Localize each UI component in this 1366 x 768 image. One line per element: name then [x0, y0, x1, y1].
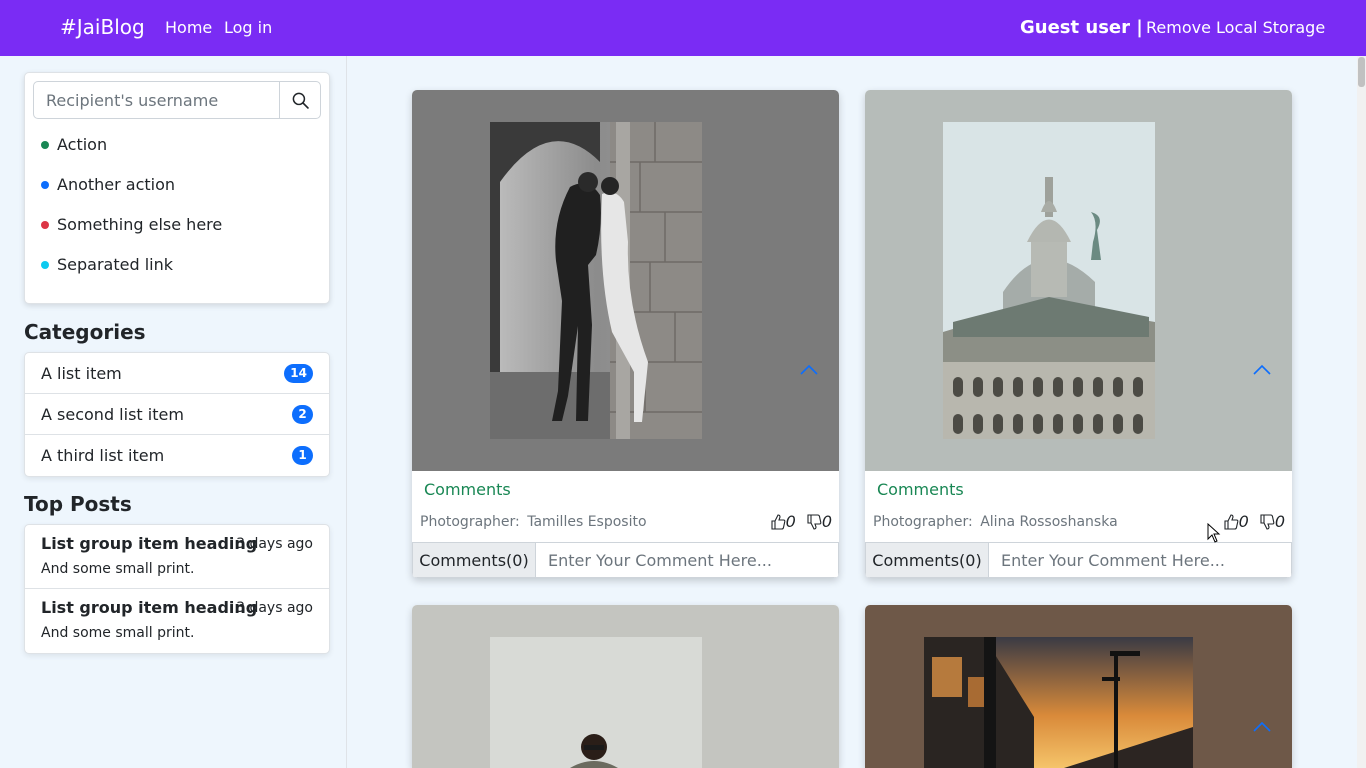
comments-count-button[interactable]: Comments(0) — [413, 543, 536, 577]
photographer-name: Alina Rossoshanska — [980, 514, 1118, 530]
post-image-area — [865, 605, 1292, 768]
thumbs-down-icon[interactable] — [806, 513, 822, 530]
cyan-dot-icon — [41, 260, 49, 269]
something-else-label: Something else here — [57, 215, 223, 234]
comments-link[interactable]: Comments — [424, 480, 511, 499]
top-post-item[interactable]: List group item heading 3 days ago And som… — [25, 525, 329, 589]
category-item[interactable]: A third list item 1 — [25, 435, 329, 476]
green-dot-icon — [41, 140, 49, 149]
action-label: Action — [57, 135, 108, 154]
post-heading: List group item heading — [41, 598, 258, 617]
thumbs-up-icon[interactable] — [770, 513, 786, 530]
category-count-badge: 1 — [292, 446, 313, 465]
sidebar: Action Another action Something else her… — [0, 56, 347, 768]
post-time: 3 days ago — [236, 536, 313, 552]
search-input[interactable] — [33, 81, 280, 119]
comment-bar: Comments(0) — [412, 542, 839, 578]
chevron-up-icon[interactable] — [1253, 721, 1271, 733]
action-item[interactable]: Action — [41, 135, 107, 154]
guest-user-label: Guest user | — [1020, 17, 1143, 38]
photographer-credit: Photographer: Alina Rossoshanska — [873, 514, 1118, 530]
another-action-item[interactable]: Another action — [41, 175, 175, 194]
votes: 0 0 — [1223, 512, 1285, 531]
couple-photo-image — [490, 122, 702, 439]
category-count-badge: 2 — [292, 405, 313, 424]
post-card — [412, 605, 839, 768]
post-photo[interactable] — [490, 637, 702, 768]
something-else-item[interactable]: Something else here — [41, 215, 222, 234]
dislike-count: 0 — [1274, 512, 1285, 531]
top-posts-title: Top Posts — [24, 492, 132, 516]
post-small-print: And some small print. — [41, 625, 195, 641]
scrollbar-thumb[interactable] — [1358, 57, 1365, 87]
post-image-area — [412, 90, 839, 471]
page-scrollbar[interactable] — [1357, 56, 1366, 768]
train-station-photo-image — [924, 637, 1193, 768]
search-card: Action Another action Something else her… — [24, 72, 330, 304]
remove-local-storage-link[interactable]: Remove Local Storage — [1146, 18, 1325, 37]
search-button[interactable] — [279, 81, 321, 119]
category-count-badge: 14 — [284, 364, 313, 383]
post-heading: List group item heading — [41, 534, 258, 553]
categories-title: Categories — [24, 320, 146, 344]
basilica-photo-image — [943, 122, 1155, 439]
post-photo[interactable] — [490, 122, 702, 439]
like-count: 0 — [1238, 512, 1249, 531]
top-post-item[interactable]: List group item heading 3 days ago And som… — [25, 589, 329, 653]
post-time: 3 days ago — [236, 600, 313, 616]
comment-bar: Comments(0) — [865, 542, 1292, 578]
comments-count-button[interactable]: Comments(0) — [866, 543, 989, 577]
post-card: Comments Photographer: Alina Rossoshansk… — [865, 90, 1292, 578]
thumbs-up-icon[interactable] — [1223, 513, 1239, 530]
top-posts-list: List group item heading 3 days ago And som… — [24, 524, 330, 654]
photographer-label: Photographer: — [873, 514, 973, 530]
category-item[interactable]: A list item 14 — [25, 353, 329, 394]
chevron-up-icon[interactable] — [800, 364, 818, 376]
comment-input[interactable] — [536, 543, 838, 577]
photographer-label: Photographer: — [420, 514, 520, 530]
photographer-name: Tamilles Esposito — [527, 514, 647, 530]
thumbs-down-icon[interactable] — [1259, 513, 1275, 530]
post-photo[interactable] — [924, 637, 1193, 768]
comments-link[interactable]: Comments — [877, 480, 964, 499]
post-image-area — [865, 90, 1292, 471]
navbar: #JaiBlog Home Log in Guest user | Remove… — [0, 0, 1366, 56]
search-icon — [292, 92, 309, 109]
separated-link-label: Separated link — [57, 255, 173, 274]
separated-link-item[interactable]: Separated link — [41, 255, 173, 274]
mouse-cursor-icon — [1207, 523, 1221, 543]
chevron-up-icon[interactable] — [1253, 364, 1271, 376]
categories-list: A list item 14 A second list item 2 A thir… — [24, 352, 330, 477]
dislike-count: 0 — [821, 512, 832, 531]
votes: 0 0 — [770, 512, 832, 531]
portrait-photo-image — [490, 637, 702, 768]
search-group — [33, 81, 321, 119]
post-image-area — [412, 605, 839, 768]
nav-login-link[interactable]: Log in — [224, 18, 272, 37]
category-label: A list item — [41, 364, 122, 383]
photographer-credit: Photographer: Tamilles Esposito — [420, 514, 647, 530]
another-action-label: Another action — [57, 175, 176, 194]
category-label: A second list item — [41, 405, 184, 424]
comment-input[interactable] — [989, 543, 1291, 577]
post-card: Comments Photographer: Tamilles Esposito… — [412, 90, 839, 578]
category-item[interactable]: A second list item 2 — [25, 394, 329, 435]
like-count: 0 — [785, 512, 796, 531]
red-dot-icon — [41, 220, 49, 229]
brand-logo[interactable]: #JaiBlog — [60, 15, 145, 39]
post-photo[interactable] — [943, 122, 1155, 439]
category-label: A third list item — [41, 446, 165, 465]
nav-home-link[interactable]: Home — [165, 18, 212, 37]
post-card — [865, 605, 1292, 768]
blue-dot-icon — [41, 180, 49, 189]
post-small-print: And some small print. — [41, 561, 195, 577]
